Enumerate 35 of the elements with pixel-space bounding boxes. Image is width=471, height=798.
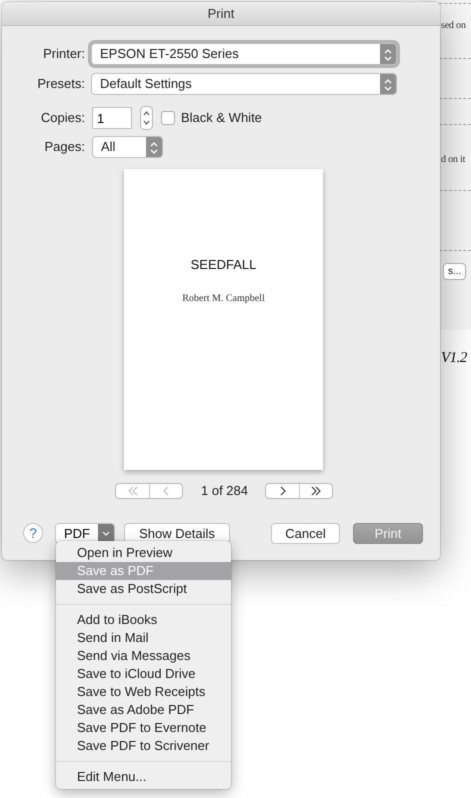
checkbox-label: Black & White [181, 109, 262, 128]
cancel-button[interactable]: Cancel [271, 522, 340, 544]
page-counter: 1 of 284 [201, 482, 248, 500]
menu-item[interactable]: Save to iCloud Drive [56, 665, 231, 683]
document-text: sed on [441, 19, 466, 33]
menu-item[interactable]: Save PDF to Evernote [56, 719, 231, 737]
menu-item[interactable]: Save as PostScript [56, 580, 231, 598]
menu-item[interactable]: Send via Messages [56, 647, 231, 665]
document-text: d on it [441, 153, 466, 167]
checkbox[interactable] [161, 111, 175, 125]
window-title: Print [2, 2, 440, 26]
presets-select[interactable]: Default Settings [91, 73, 397, 95]
caret-icon [102, 530, 110, 536]
document-button[interactable]: s... [443, 263, 466, 280]
book-author: Robert M. Campbell [182, 292, 265, 306]
menu-item[interactable]: Save as Adobe PDF [56, 701, 231, 719]
pages-select[interactable]: All [92, 136, 163, 158]
menu-item[interactable]: Open in Preview [56, 544, 231, 562]
printer-label: Printer: [42, 45, 86, 64]
stepper[interactable] [140, 106, 153, 130]
menu-item[interactable]: Edit Menu... [56, 768, 231, 786]
help-button[interactable]: ? [23, 523, 43, 543]
document-text: V1.2 [441, 349, 467, 368]
details-button[interactable]: Show Details [124, 522, 230, 544]
menu-item[interactable]: Add to iBooks [56, 611, 231, 629]
presets-label: Presets: [36, 75, 86, 94]
menu-item[interactable]: Save to Web Receipts [56, 683, 231, 701]
printer-select[interactable]: EPSON ET-2550 Series [91, 43, 397, 65]
copies-field[interactable]: 1 [92, 107, 132, 129]
pages-label: Pages: [44, 138, 86, 156]
book-title: SEEDFALL [190, 256, 256, 274]
copies-label: Copies: [40, 109, 86, 128]
menu-item[interactable]: Save PDF to Scrivener [56, 737, 231, 755]
menu-item[interactable]: Send in Mail [56, 629, 231, 647]
pdf-button[interactable]: PDF [55, 522, 115, 544]
